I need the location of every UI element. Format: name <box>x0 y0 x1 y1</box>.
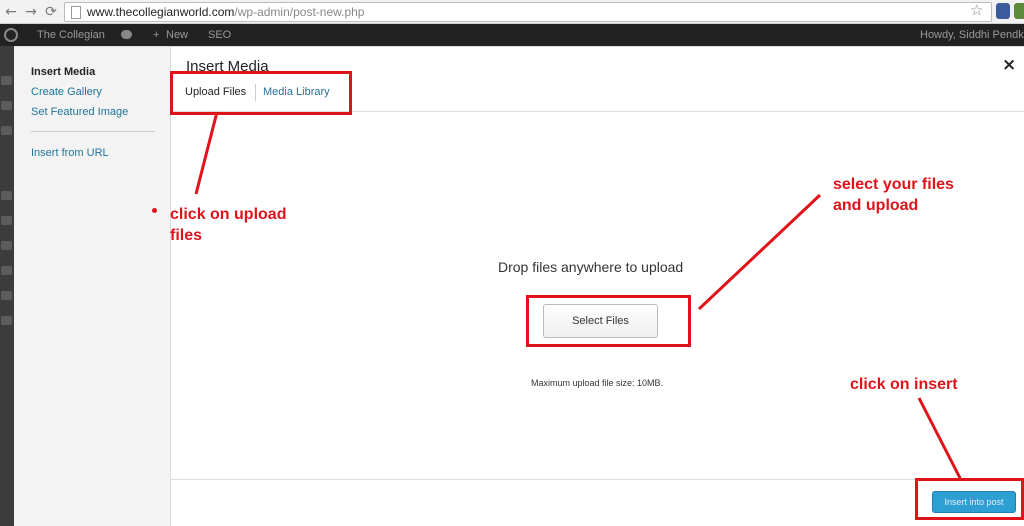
bullet-icon <box>152 208 157 213</box>
select-note-line-1: select your files <box>833 176 954 193</box>
arrow-to-insert-button <box>917 397 963 481</box>
select-note: select your files and upload <box>833 174 954 216</box>
select-note-line-2: and upload <box>833 197 919 214</box>
upload-note-line-2: files <box>170 227 203 244</box>
insert-note: click on insert <box>850 376 958 393</box>
annotation-arrows <box>194 111 963 481</box>
arrow-to-select-files <box>697 193 822 311</box>
arrow-to-upload-tab <box>194 111 219 195</box>
upload-note: click on upload files <box>170 204 286 246</box>
upload-note-line-1: click on upload <box>170 206 287 223</box>
